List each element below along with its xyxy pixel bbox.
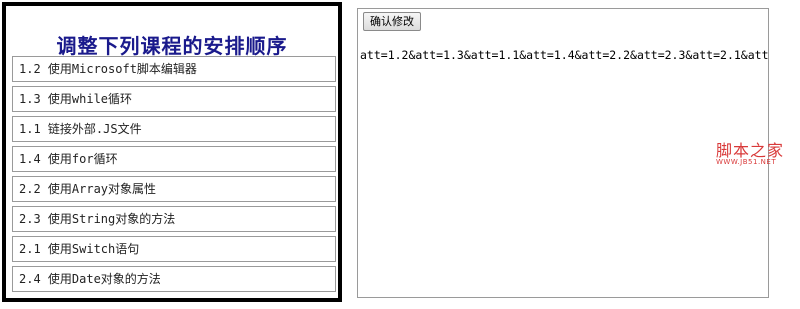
course-item[interactable]: 2.2 使用Array对象属性	[12, 176, 336, 202]
course-item[interactable]: 1.1 链接外部.JS文件	[12, 116, 336, 142]
panel-title: 调整下列课程的安排顺序	[56, 34, 288, 58]
course-item[interactable]: 1.4 使用for循环	[12, 146, 336, 172]
confirm-button[interactable]: 确认修改	[363, 12, 421, 31]
watermark-url: WWW.JB51.NET	[716, 158, 777, 166]
course-order-panel: 调整下列课程的安排顺序 1.2 使用Microsoft脚本编辑器 1.3 使用w…	[2, 2, 342, 302]
course-item[interactable]: 1.3 使用while循环	[12, 86, 336, 112]
course-list: 1.2 使用Microsoft脚本编辑器 1.3 使用while循环 1.1 链…	[12, 56, 336, 296]
course-item[interactable]: 2.4 使用Date对象的方法	[12, 266, 336, 292]
result-text: att=1.2&att=1.3&att=1.1&att=1.4&att=2.2&…	[360, 48, 769, 62]
result-panel: 确认修改 att=1.2&att=1.3&att=1.1&att=1.4&att…	[357, 8, 769, 298]
course-item[interactable]: 2.3 使用String对象的方法	[12, 206, 336, 232]
course-item[interactable]: 1.2 使用Microsoft脚本编辑器	[12, 56, 336, 82]
course-item[interactable]: 2.1 使用Switch语句	[12, 236, 336, 262]
